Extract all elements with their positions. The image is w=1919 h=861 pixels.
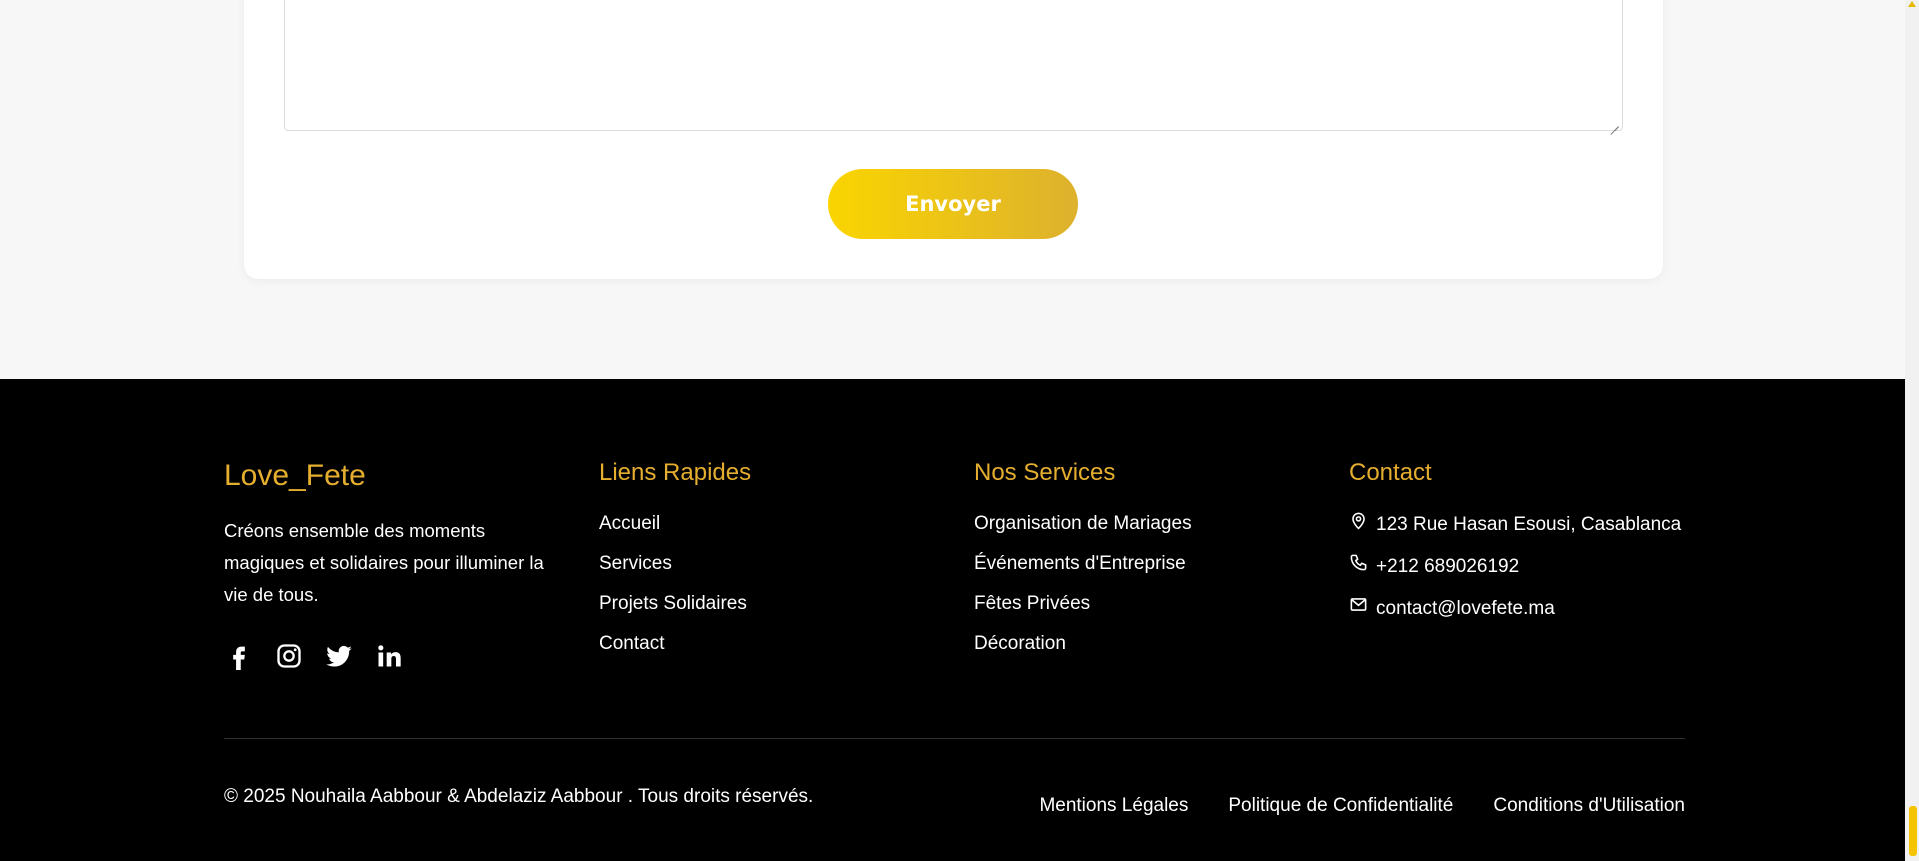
facebook-icon[interactable] [224,641,254,671]
footer-link-services[interactable]: Services [599,551,751,576]
contact-phone: +212 689026192 [1349,553,1681,579]
quick-links-list: Accueil Services Projets Solidaires Cont… [599,511,751,656]
quick-links-title: Liens Rapides [599,459,752,486]
site-footer: Love_Fete Créons ensemble des moments ma… [0,379,1905,861]
twitter-icon[interactable] [324,641,354,671]
send-button[interactable]: Envoyer [828,169,1078,239]
contact-title: Contact [1349,459,1432,486]
contact-list: 123 Rue Hasan Esousi, Casablanca +212 68… [1349,511,1681,621]
service-link-fetes-privees[interactable]: Fêtes Privées [974,591,1192,616]
message-textarea[interactable] [284,0,1623,131]
phone-icon [1349,553,1368,579]
legal-links: Mentions Légales Politique de Confidenti… [1039,793,1685,819]
legal-link-mentions[interactable]: Mentions Légales [1039,793,1188,819]
scroll-up-arrow-icon[interactable] [1908,1,1916,7]
footer-link-contact[interactable]: Contact [599,631,751,656]
footer-link-projets-solidaires[interactable]: Projets Solidaires [599,591,751,616]
service-link-decoration[interactable]: Décoration [974,631,1192,656]
footer-brand-column: Love_Fete Créons ensemble des moments ma… [224,459,564,671]
footer-brand[interactable]: Love_Fete [224,459,564,493]
service-link-mariages[interactable]: Organisation de Mariages [974,511,1192,536]
linkedin-icon[interactable] [374,641,404,671]
contact-email-text[interactable]: contact@lovefete.ma [1376,596,1555,621]
scrollbar-thumb[interactable] [1909,806,1917,856]
resize-handle-icon[interactable] [1610,118,1619,127]
instagram-icon[interactable] [274,641,304,671]
contact-phone-text[interactable]: +212 689026192 [1376,554,1519,579]
page-content: Envoyer Love_Fete Créons ensemble des mo… [0,0,1905,861]
services-column: Nos Services Organisation de Mariages Év… [974,459,1192,671]
vertical-scrollbar[interactable] [1905,0,1919,861]
service-link-entreprise[interactable]: Événements d'Entreprise [974,551,1192,576]
contact-address-text: 123 Rue Hasan Esousi, Casablanca [1376,513,1682,535]
copyright-text: © 2025 Nouhaila Aabbour & Abdelaziz Aabb… [224,786,814,807]
legal-link-conditions[interactable]: Conditions d'Utilisation [1493,793,1685,819]
contact-column: Contact 123 Rue Hasan Esousi, Casablanca… [1349,459,1681,637]
contact-email: contact@lovefete.ma [1349,595,1681,621]
location-pin-icon [1349,511,1368,537]
social-links [224,641,564,671]
footer-divider [224,738,1685,739]
footer-link-accueil[interactable]: Accueil [599,511,751,536]
contact-address: 123 Rue Hasan Esousi, Casablanca [1349,511,1681,537]
legal-link-confidentialite[interactable]: Politique de Confidentialité [1228,793,1453,819]
services-title: Nos Services [974,459,1116,486]
contact-form-card: Envoyer [244,0,1663,279]
services-list: Organisation de Mariages Événements d'En… [974,511,1192,656]
mail-icon [1349,595,1368,621]
quick-links-column: Liens Rapides Accueil Services Projets S… [599,459,751,671]
footer-about-text: Créons ensemble des moments magiques et … [224,520,544,605]
